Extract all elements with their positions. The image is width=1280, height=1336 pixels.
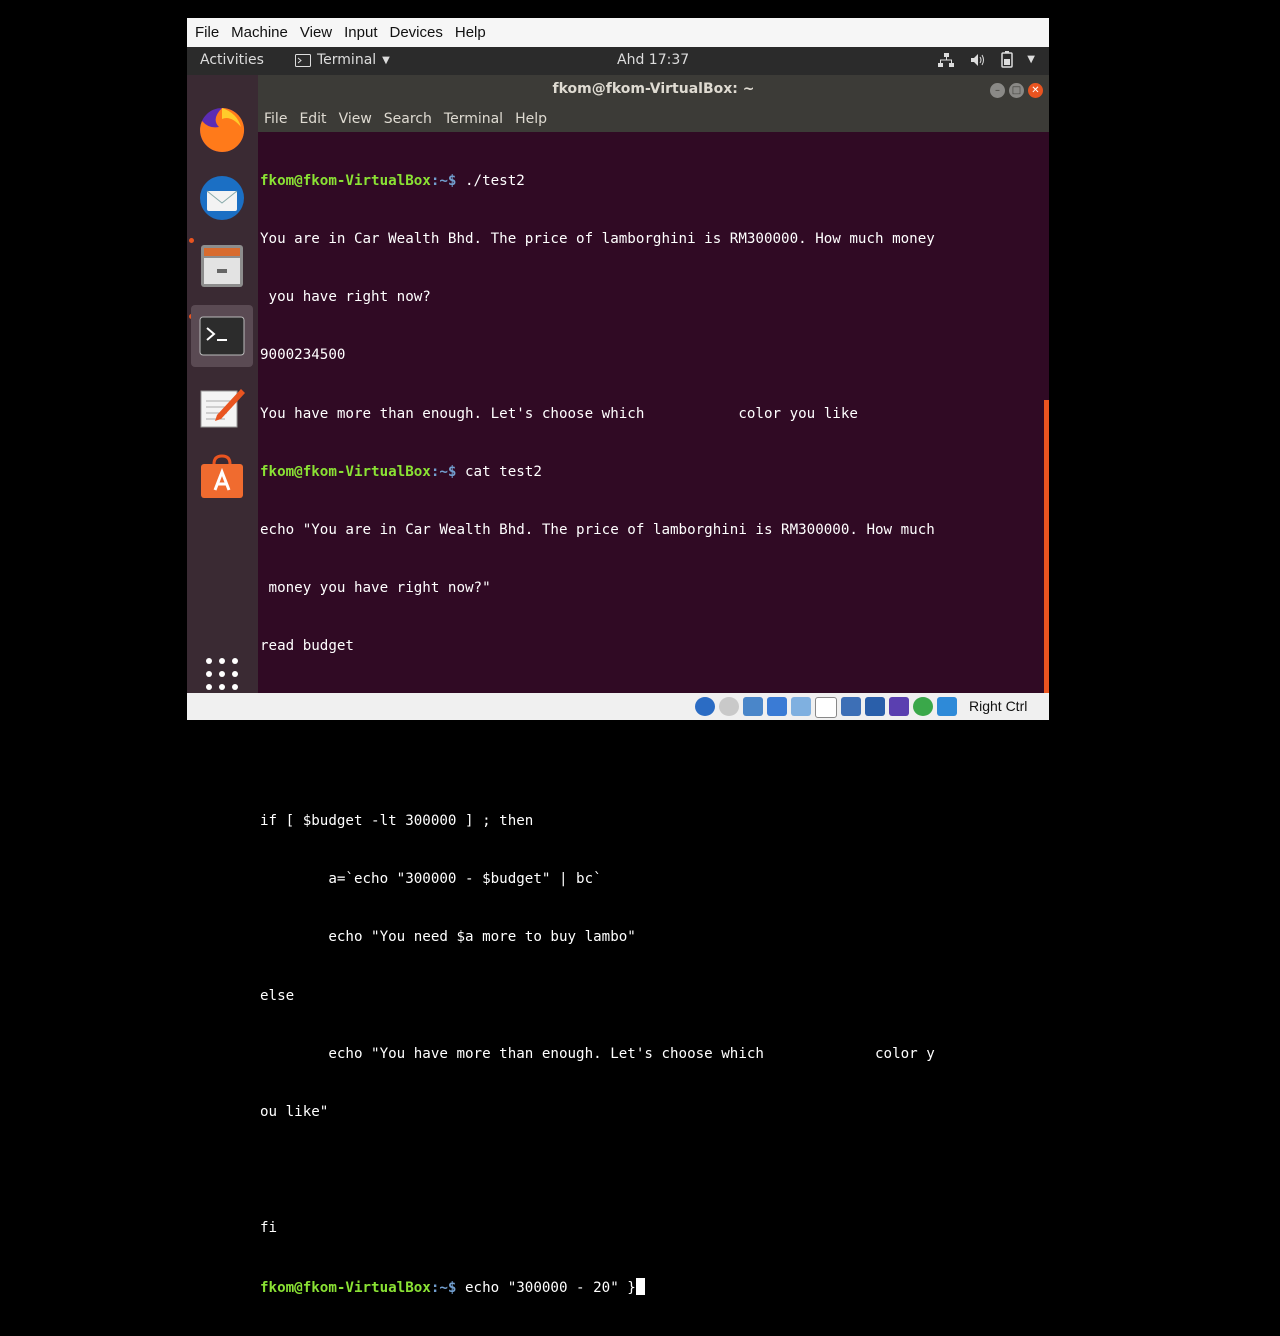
vbox-menu-file[interactable]: File bbox=[195, 24, 219, 41]
minimize-button[interactable]: – bbox=[990, 83, 1005, 98]
clock[interactable]: Ahd 17:37 bbox=[617, 52, 689, 68]
terminal-line: You are in Car Wealth Bhd. The price of … bbox=[260, 231, 935, 248]
mouse-integration-icon[interactable] bbox=[913, 697, 933, 716]
dock-files[interactable] bbox=[195, 239, 249, 293]
terminal-line: echo "You need $a more to buy lambo" bbox=[260, 929, 636, 946]
window-title: fkom@fkom-VirtualBox: ~ bbox=[552, 81, 755, 97]
virtualbox-window: File Machine View Input Devices Help Act… bbox=[187, 18, 1049, 1296]
audio-icon[interactable] bbox=[743, 697, 763, 716]
terminal-line: a=`echo "300000 - $budget" | bc` bbox=[260, 871, 602, 888]
prompt-path: :~$ bbox=[430, 463, 457, 480]
keyboard-capture-icon[interactable] bbox=[937, 697, 957, 716]
vbox-menu-machine[interactable]: Machine bbox=[231, 24, 288, 41]
terminal-line: ou like" bbox=[260, 1104, 329, 1121]
prompt-path: :~$ bbox=[430, 1279, 457, 1296]
dock bbox=[187, 75, 258, 693]
hard-disk-icon[interactable] bbox=[695, 697, 715, 716]
volume-icon bbox=[971, 53, 985, 66]
prompt-user: fkom@fkom-VirtualBox bbox=[260, 1279, 431, 1296]
terminal-line: fkom@fkom-VirtualBox:~$ echo "300000 - 2… bbox=[260, 1277, 1030, 1297]
app-menu[interactable]: Terminal ▼ bbox=[295, 52, 390, 68]
terminal-menu-edit[interactable]: Edit bbox=[299, 111, 326, 127]
terminal-scrollbar[interactable] bbox=[1044, 400, 1049, 693]
window-controls: – □ ✕ bbox=[990, 83, 1043, 98]
host-key-label: Right Ctrl bbox=[969, 698, 1028, 714]
usb-icon[interactable] bbox=[791, 697, 811, 716]
terminal-menu-view[interactable]: View bbox=[339, 111, 372, 127]
terminal-window: fkom@fkom-VirtualBox: ~ – □ ✕ File Edit … bbox=[258, 75, 1049, 1296]
vbox-menu-input[interactable]: Input bbox=[344, 24, 377, 41]
dock-thunderbird[interactable] bbox=[195, 171, 249, 225]
activities-button[interactable]: Activities bbox=[200, 52, 264, 68]
network-adapter-icon[interactable] bbox=[767, 697, 787, 716]
dock-software-center[interactable] bbox=[195, 449, 249, 503]
app-grid-icon bbox=[206, 658, 238, 690]
terminal-line: 9000234500 bbox=[260, 347, 346, 364]
battery-icon bbox=[1001, 51, 1014, 68]
terminal-line: fkom@fkom-VirtualBox:~$ cat test2 bbox=[260, 463, 1030, 482]
terminal-menu-file[interactable]: File bbox=[264, 111, 287, 127]
terminal-line: You have more than enough. Let's choose … bbox=[260, 405, 858, 422]
vbox-menu-help[interactable]: Help bbox=[455, 24, 486, 41]
dock-firefox[interactable] bbox=[195, 103, 249, 157]
close-icon: ✕ bbox=[1031, 85, 1040, 96]
shared-folders-icon[interactable] bbox=[815, 697, 837, 718]
firefox-icon bbox=[200, 107, 245, 152]
vbox-menu-view[interactable]: View bbox=[300, 24, 332, 41]
dock-terminal[interactable] bbox=[191, 305, 253, 367]
gnome-top-bar: Activities Terminal ▼ Ahd 17:37 ▼ bbox=[187, 47, 1049, 75]
virtualbox-menubar: File Machine View Input Devices Help bbox=[187, 18, 1049, 47]
terminal-line: else bbox=[260, 987, 295, 1004]
system-menu-caret-icon: ▼ bbox=[1027, 54, 1035, 65]
terminal-titlebar[interactable]: fkom@fkom-VirtualBox: ~ – □ ✕ bbox=[258, 75, 1049, 106]
recording-icon[interactable] bbox=[865, 697, 885, 716]
optical-drive-icon[interactable] bbox=[719, 697, 739, 716]
app-menu-label: Terminal bbox=[317, 52, 377, 68]
virtualbox-statusbar: Right Ctrl bbox=[187, 693, 1049, 720]
terminal-line: if [ $budget -lt 300000 ] ; then bbox=[260, 813, 534, 830]
terminal-line: fi bbox=[260, 1220, 278, 1237]
text-cursor bbox=[635, 1277, 645, 1295]
terminal-menu-help[interactable]: Help bbox=[515, 111, 547, 127]
terminal-line: you have right now? bbox=[260, 289, 431, 306]
virtualization-icon[interactable] bbox=[889, 697, 909, 716]
vbox-menu-devices[interactable]: Devices bbox=[390, 24, 443, 41]
terminal-line: money you have right now?" bbox=[260, 580, 491, 597]
system-tray[interactable]: ▼ bbox=[937, 51, 1035, 68]
terminal-line: fkom@fkom-VirtualBox:~$ ./test2 bbox=[260, 172, 1030, 191]
command-text: cat test2 bbox=[456, 463, 542, 480]
maximize-icon: □ bbox=[1011, 85, 1022, 96]
terminal-icon bbox=[199, 316, 245, 356]
prompt-user: fkom@fkom-VirtualBox bbox=[260, 463, 431, 480]
dock-text-editor[interactable] bbox=[195, 381, 249, 435]
terminal-menu-terminal[interactable]: Terminal bbox=[444, 111, 503, 127]
network-icon bbox=[938, 52, 955, 67]
command-text: ./test2 bbox=[456, 172, 525, 189]
running-indicator bbox=[189, 238, 194, 243]
prompt-user: fkom@fkom-VirtualBox bbox=[260, 172, 431, 189]
terminal-menu-search[interactable]: Search bbox=[384, 111, 432, 127]
minimize-icon: – bbox=[995, 85, 1000, 96]
caret-down-icon: ▼ bbox=[382, 54, 390, 66]
terminal-line: echo "You have more than enough. Let's c… bbox=[260, 1045, 935, 1062]
terminal-menubar: File Edit View Search Terminal Help bbox=[258, 106, 1049, 132]
status-icons bbox=[695, 697, 957, 718]
thunderbird-icon bbox=[200, 176, 244, 220]
terminal-output[interactable]: fkom@fkom-VirtualBox:~$ ./test2 You are … bbox=[260, 133, 1030, 1336]
terminal-line: read budget bbox=[260, 638, 354, 655]
maximize-button[interactable]: □ bbox=[1009, 83, 1024, 98]
text-editor-icon bbox=[200, 389, 245, 428]
close-button[interactable]: ✕ bbox=[1028, 83, 1043, 98]
prompt-path: :~$ bbox=[430, 172, 457, 189]
terminal-line: echo "You are in Car Wealth Bhd. The pri… bbox=[260, 522, 935, 539]
software-center-icon bbox=[201, 454, 243, 498]
display-icon[interactable] bbox=[841, 697, 861, 716]
command-input-text[interactable]: echo "300000 - 20" } bbox=[456, 1280, 636, 1296]
terminal-small-icon bbox=[295, 53, 311, 67]
guest-screen: Activities Terminal ▼ Ahd 17:37 ▼ fkom@f… bbox=[187, 47, 1049, 1296]
files-icon bbox=[201, 245, 243, 287]
